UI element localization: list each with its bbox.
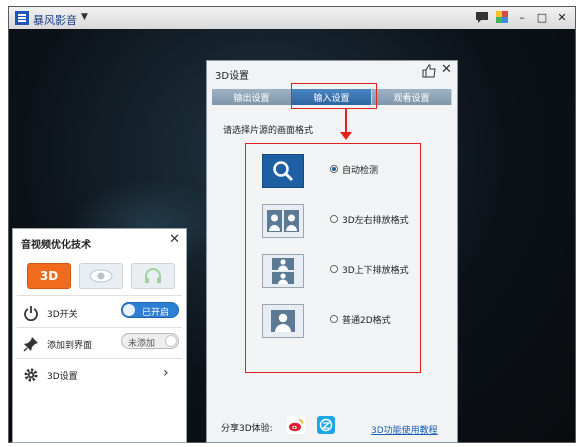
chat-icon[interactable] — [475, 10, 489, 24]
format-prompt: 请选择片源的画面格式 — [223, 126, 314, 136]
auto-detect-thumbnail[interactable] — [262, 154, 304, 188]
title-bar: 暴风影音 ▼ – □ ✕ — [9, 7, 575, 30]
minimize-button[interactable]: – — [515, 10, 529, 24]
av-optimization-panel: 音视频优化技术 ✕ 3D 3D开关 已开启 添加到界面 未添加 3D设置 › — [12, 228, 187, 443]
3d-settings-dialog: 3D设置 ✕ 输出设置 输入设置 观看设置 请选择片源的画面格式 自动检测 3D… — [206, 60, 458, 443]
top-bottom-radio[interactable] — [330, 265, 338, 273]
annotation-arrow-head — [340, 132, 352, 140]
option-3d-top-bottom[interactable]: 3D上下排放格式 — [246, 248, 422, 298]
close-button[interactable]: ✕ — [555, 10, 569, 24]
divider — [17, 295, 182, 296]
3d-tutorial-link[interactable]: 3D功能使用教程 — [371, 423, 438, 436]
toggle-knob — [123, 304, 135, 316]
3d-settings-row[interactable]: 3D设置 › — [13, 361, 188, 389]
panel-close-button[interactable]: ✕ — [169, 232, 180, 247]
option-normal-2d[interactable]: 普通2D格式 — [246, 298, 422, 348]
normal-2d-radio[interactable] — [330, 315, 338, 323]
person-icon — [271, 310, 295, 332]
app-logo-icon[interactable] — [15, 11, 29, 25]
side-by-side-radio[interactable] — [330, 215, 338, 223]
gear-icon — [24, 368, 38, 382]
format-options-box: 自动检测 3D左右排放格式 3D上下排放格式 普通2D格式 — [245, 143, 421, 373]
power-icon — [24, 306, 38, 321]
add-to-ui-state: 未添加 — [128, 339, 156, 349]
eye-icon — [89, 269, 113, 283]
auto-detect-radio[interactable] — [330, 165, 338, 173]
top-bottom-thumbnail[interactable] — [262, 254, 304, 288]
weibo-icon — [289, 419, 304, 432]
toggle-knob — [165, 335, 177, 347]
top-bottom-label: 3D上下排放格式 — [342, 266, 409, 276]
add-to-ui-label: 添加到界面 — [47, 341, 93, 351]
top-bottom-person-icon — [272, 258, 294, 284]
qzone-icon — [319, 418, 333, 432]
mode-3d-button[interactable]: 3D — [27, 263, 71, 289]
divider — [17, 358, 182, 359]
dialog-close-button[interactable]: ✕ — [441, 62, 452, 77]
toggle-3d-switch[interactable]: 已开启 — [121, 302, 179, 318]
window-controls: – □ ✕ — [475, 10, 569, 24]
dialog-title: 3D设置 — [215, 71, 250, 82]
side-by-side-person-icon — [267, 210, 299, 232]
panel-title: 音视频优化技术 — [21, 240, 91, 251]
maximize-button[interactable]: □ — [535, 10, 549, 24]
mode-visual-button[interactable] — [79, 263, 123, 289]
share-label: 分享3D体验: — [221, 424, 273, 434]
chevron-right-icon: › — [163, 365, 169, 381]
divider — [17, 327, 182, 328]
pin-icon — [23, 337, 38, 352]
tab-output-settings[interactable]: 输出设置 — [212, 89, 292, 105]
mode-3d-label: 3D — [39, 269, 59, 283]
weibo-share-button[interactable] — [287, 416, 305, 434]
add-to-ui-row: 添加到界面 未添加 — [13, 330, 188, 358]
option-3d-side-by-side[interactable]: 3D左右排放格式 — [246, 198, 422, 248]
toggle-3d-label: 3D开关 — [47, 310, 78, 320]
tab-view-settings[interactable]: 观看设置 — [372, 89, 452, 105]
add-to-ui-switch[interactable]: 未添加 — [121, 333, 179, 349]
auto-detect-label: 自动检测 — [342, 166, 379, 176]
side-by-side-label: 3D左右排放格式 — [342, 216, 409, 226]
normal-2d-thumbnail[interactable] — [262, 304, 304, 338]
magnifier-icon — [273, 161, 294, 182]
normal-2d-label: 普通2D格式 — [342, 316, 391, 326]
skin-icon[interactable] — [495, 10, 509, 24]
thumbs-up-icon[interactable] — [422, 64, 436, 78]
mode-audio-button[interactable] — [131, 263, 175, 289]
3d-settings-label: 3D设置 — [47, 372, 78, 382]
menu-dropdown-icon[interactable]: ▼ — [81, 12, 88, 22]
qzone-share-button[interactable] — [317, 416, 335, 434]
option-auto-detect[interactable]: 自动检测 — [246, 148, 422, 198]
side-by-side-thumbnail[interactable] — [262, 204, 304, 238]
toggle-3d-state: 已开启 — [142, 308, 170, 318]
toggle-3d-row: 3D开关 已开启 — [13, 299, 188, 327]
headphone-icon — [145, 268, 161, 283]
tab-highlight-box — [291, 83, 377, 109]
app-title[interactable]: 暴风影音 — [33, 12, 77, 28]
